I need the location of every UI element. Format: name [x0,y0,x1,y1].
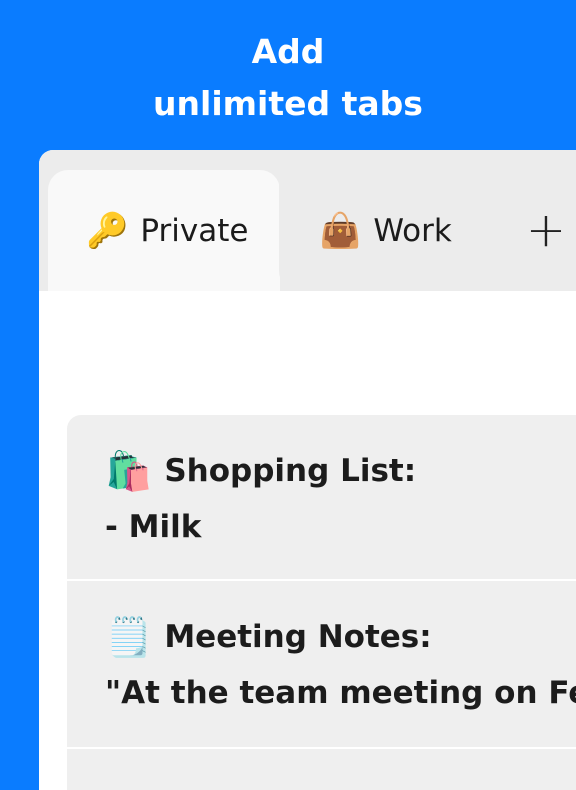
app-window: 🔑 Private 👜 Work + 🛍️ Shopping List: - M… [39,150,576,790]
headline-line-2: unlimited tabs [153,84,423,123]
tab-work[interactable]: 👜 Work [279,170,499,291]
note-title-text: Meeting Notes: [164,619,432,655]
headline-line-1: Add [251,32,325,71]
list-item[interactable]: 🛍️ Shopping List: - Milk [67,415,576,581]
tab-bar: 🔑 Private 👜 Work + [39,150,576,291]
handbag-icon: 👜 [319,210,362,251]
shopping-bags-icon: 🛍️ [105,449,153,493]
headline: Add unlimited tabs [0,26,576,130]
note-preview: - Milk [105,509,202,545]
list-item[interactable] [67,749,576,790]
note-title-text: Shopping List: [164,453,417,489]
note-preview: "At the team meeting on Fe [105,675,576,711]
tab-label: Work [373,212,452,249]
note-title: 🛍️ Shopping List: [105,443,576,499]
note-list: 🛍️ Shopping List: - Milk 🗒️ Meeting Note… [67,415,576,790]
notepad-icon: 🗒️ [105,615,153,659]
tab-private[interactable]: 🔑 Private [48,170,280,291]
note-title: 🗒️ Meeting Notes: [105,609,576,665]
tab-content: 🛍️ Shopping List: - Milk 🗒️ Meeting Note… [39,291,576,790]
list-item[interactable]: 🗒️ Meeting Notes: "At the team meeting o… [67,581,576,749]
tab-label: Private [140,212,249,249]
plus-icon: + [525,202,567,258]
add-tab-button[interactable]: + [524,197,568,263]
key-icon: 🔑 [86,210,129,251]
